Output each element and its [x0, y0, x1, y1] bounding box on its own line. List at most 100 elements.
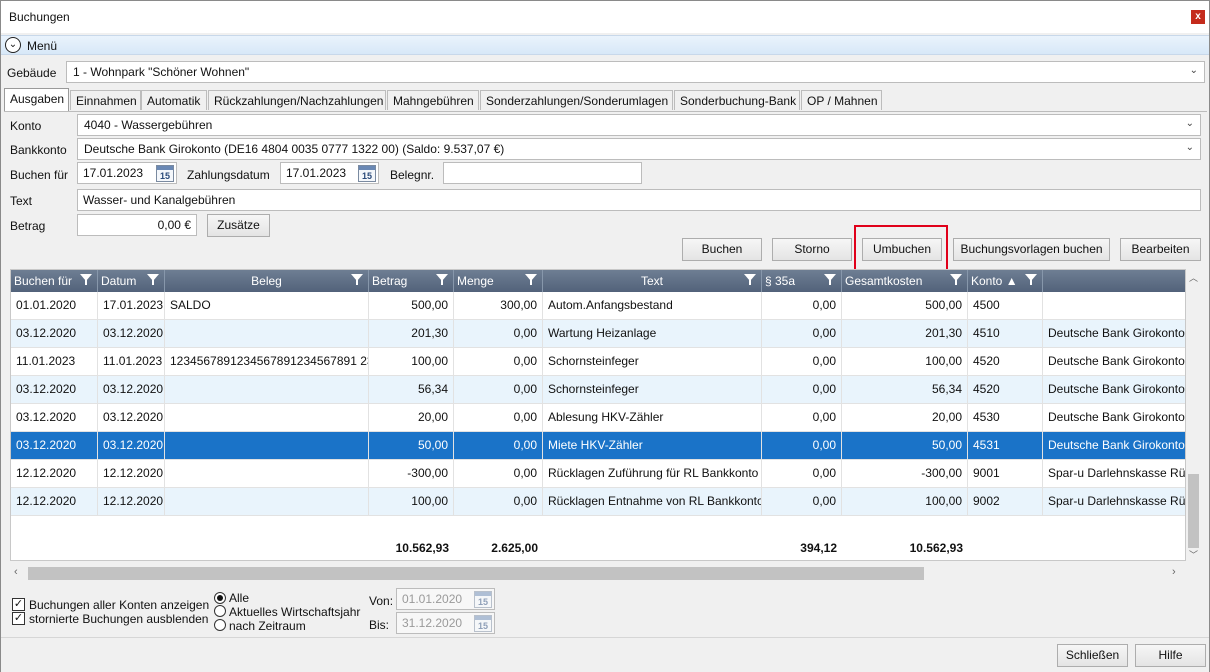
gebaeude-select[interactable]: 1 - Wohnpark "Schöner Wohnen" ⌄ — [66, 61, 1205, 83]
chevron-down-icon[interactable]: ⌄ — [1186, 118, 1194, 129]
chevron-down-icon[interactable]: ⌄ — [1186, 142, 1194, 153]
table-row[interactable]: 12.12.2020 12.12.2020 100,00 0,00 Rücklagen … — [11, 488, 1185, 516]
cell-betrag: -300,00 — [369, 460, 454, 488]
col-buchen-fuer[interactable]: Buchen für — [11, 270, 98, 292]
cell-bankkonto — [1043, 292, 1185, 320]
all-accounts-checkbox[interactable]: ✓ — [12, 598, 25, 611]
belegnr-input[interactable] — [443, 162, 642, 184]
hilfe-button[interactable]: Hilfe — [1135, 644, 1206, 667]
col-konto[interactable]: Konto ▲ — [968, 270, 1043, 292]
filter-icon[interactable] — [744, 274, 756, 285]
cell-gesamtkosten: -300,00 — [842, 460, 968, 488]
table-row[interactable]: 01.01.2020 17.01.2023 SALDO 500,00 300,00 Aut… — [11, 292, 1185, 320]
cell-gesamtkosten: 100,00 — [842, 488, 968, 516]
cell-text: Schornsteinfeger — [543, 348, 762, 376]
chevron-down-icon[interactable]: ⌄ — [1190, 65, 1198, 76]
calendar-icon[interactable]: 15 — [156, 165, 174, 182]
filter-icon[interactable] — [525, 274, 537, 285]
filter-icon[interactable] — [80, 274, 92, 285]
menu-bar[interactable]: ⌄ Menü — [1, 35, 1209, 55]
table-row[interactable]: 12.12.2020 12.12.2020 -300,00 0,00 Rücklagen… — [11, 460, 1185, 488]
col-betrag[interactable]: Betrag — [369, 270, 454, 292]
filter-icon[interactable] — [436, 274, 448, 285]
radio-zeitraum[interactable] — [214, 619, 226, 631]
cell-konto: 4520 — [968, 376, 1043, 404]
close-icon[interactable]: x — [1191, 10, 1205, 24]
col-datum[interactable]: Datum — [98, 270, 165, 292]
table-row[interactable]: 11.01.2023 11.01.2023 12345678912345678912… — [11, 348, 1185, 376]
chevron-right-icon[interactable]: › — [1172, 566, 1176, 578]
vertical-scrollbar[interactable]: ︿ ﹀ — [1186, 269, 1201, 561]
filter-icon[interactable] — [824, 274, 836, 285]
col-buchen-fuer-label: Buchen für — [14, 274, 73, 288]
col-gesamtkosten[interactable]: Gesamtkosten — [842, 270, 968, 292]
chevron-up-icon[interactable]: ︿ — [1189, 271, 1198, 284]
horizontal-scroll-thumb[interactable] — [28, 567, 924, 580]
tab-automatik[interactable]: Automatik — [141, 90, 207, 110]
cell-bankkonto: Deutsche Bank Girokonto — [1043, 376, 1185, 404]
calendar-icon[interactable]: 15 — [474, 591, 492, 608]
betrag-input[interactable]: 0,00 € — [77, 214, 197, 236]
zusaetze-button[interactable]: Zusätze — [207, 214, 270, 237]
buchungen-grid[interactable]: Buchen für Datum Beleg Betrag Menge Text… — [10, 269, 1186, 561]
menu-label[interactable]: Menü — [27, 39, 57, 53]
gebaeude-label: Gebäude — [7, 66, 57, 80]
cell-beleg — [165, 320, 369, 348]
table-row[interactable]: 03.12.2020 03.12.2020 56,34 0,00 Schornstein… — [11, 376, 1185, 404]
col-menge[interactable]: Menge — [454, 270, 543, 292]
buchungsvorlagen-buchen-button[interactable]: Buchungsvorlagen buchen — [953, 238, 1110, 261]
tab-einnahmen[interactable]: Einnahmen — [70, 90, 141, 110]
tab-rueckzahlungen[interactable]: Rückzahlungen/Nachzahlungen — [208, 90, 386, 110]
tab-sonderzahlungen[interactable]: Sonderzahlungen/Sonderumlagen — [480, 90, 673, 110]
bearbeiten-button[interactable]: Bearbeiten — [1120, 238, 1201, 261]
cell-beleg — [165, 432, 369, 460]
filter-icon[interactable] — [1025, 274, 1037, 285]
schliessen-button[interactable]: Schließen — [1057, 644, 1128, 667]
calendar-icon[interactable]: 15 — [474, 615, 492, 632]
cell-text: Rücklagen Entnahme von RL Bankkonto — [543, 488, 762, 516]
cell-menge: 0,00 — [454, 376, 543, 404]
col-gesamtkosten-label: Gesamtkosten — [845, 274, 923, 288]
col-text[interactable]: Text — [543, 270, 762, 292]
col-bankkonto[interactable] — [1043, 270, 1185, 292]
col-beleg[interactable]: Beleg — [165, 270, 369, 292]
cell-datum: 03.12.2020 — [98, 404, 165, 432]
table-row[interactable]: 03.12.2020 03.12.2020 50,00 0,00 Miete HKV-Z… — [11, 432, 1185, 460]
calendar-icon[interactable]: 15 — [358, 165, 376, 182]
chevron-left-icon[interactable]: ‹ — [14, 566, 18, 578]
table-row[interactable]: 03.12.2020 03.12.2020 201,30 0,00 Wartung He… — [11, 320, 1185, 348]
chevron-down-circle-icon[interactable]: ⌄ — [5, 37, 21, 53]
storno-button[interactable]: Storno — [772, 238, 852, 261]
cell-betrag: 500,00 — [369, 292, 454, 320]
tab-mahngebuehren[interactable]: Mahngebühren — [387, 90, 479, 110]
cell-menge: 0,00 — [454, 348, 543, 376]
filter-icon[interactable] — [351, 274, 363, 285]
table-row[interactable]: 03.12.2020 03.12.2020 20,00 0,00 Ablesung HK… — [11, 404, 1185, 432]
bis-value: 31.12.2020 — [402, 616, 463, 630]
cell-betrag: 201,30 — [369, 320, 454, 348]
col-menge-label: Menge — [457, 274, 494, 288]
text-input[interactable]: Wasser- und Kanalgebühren — [77, 189, 1201, 211]
bis-label: Bis: — [369, 618, 390, 632]
cell-beleg — [165, 404, 369, 432]
total-p35a: 394,12 — [800, 541, 837, 555]
cell-text: Ablesung HKV-Zähler — [543, 404, 762, 432]
tab-op-mahnen[interactable]: OP / Mahnen — [801, 90, 882, 110]
filter-icon[interactable] — [950, 274, 962, 285]
filter-icon[interactable] — [147, 274, 159, 285]
total-gesamtkosten: 10.562,93 — [909, 541, 963, 555]
horizontal-scrollbar[interactable]: ‹ › — [10, 565, 1186, 582]
buchen-button[interactable]: Buchen — [682, 238, 762, 261]
vertical-scroll-thumb[interactable] — [1188, 474, 1199, 548]
umbuchen-highlight — [854, 225, 948, 272]
hide-storno-checkbox[interactable]: ✓ — [12, 612, 25, 625]
tab-sonderbuchung-bank[interactable]: Sonderbuchung-Bank — [674, 90, 800, 110]
cell-bankkonto: Deutsche Bank Girokonto — [1043, 404, 1185, 432]
radio-wirtschaftsjahr[interactable] — [214, 605, 226, 617]
radio-alle[interactable] — [214, 592, 226, 604]
bankkonto-select[interactable]: Deutsche Bank Girokonto (DE16 4804 0035 … — [77, 138, 1201, 160]
konto-select[interactable]: 4040 - Wassergebühren ⌄ — [77, 114, 1201, 136]
chevron-down-icon[interactable]: ﹀ — [1189, 548, 1198, 561]
tab-ausgaben[interactable]: Ausgaben — [4, 88, 69, 111]
col-p35a[interactable]: § 35a — [762, 270, 842, 292]
